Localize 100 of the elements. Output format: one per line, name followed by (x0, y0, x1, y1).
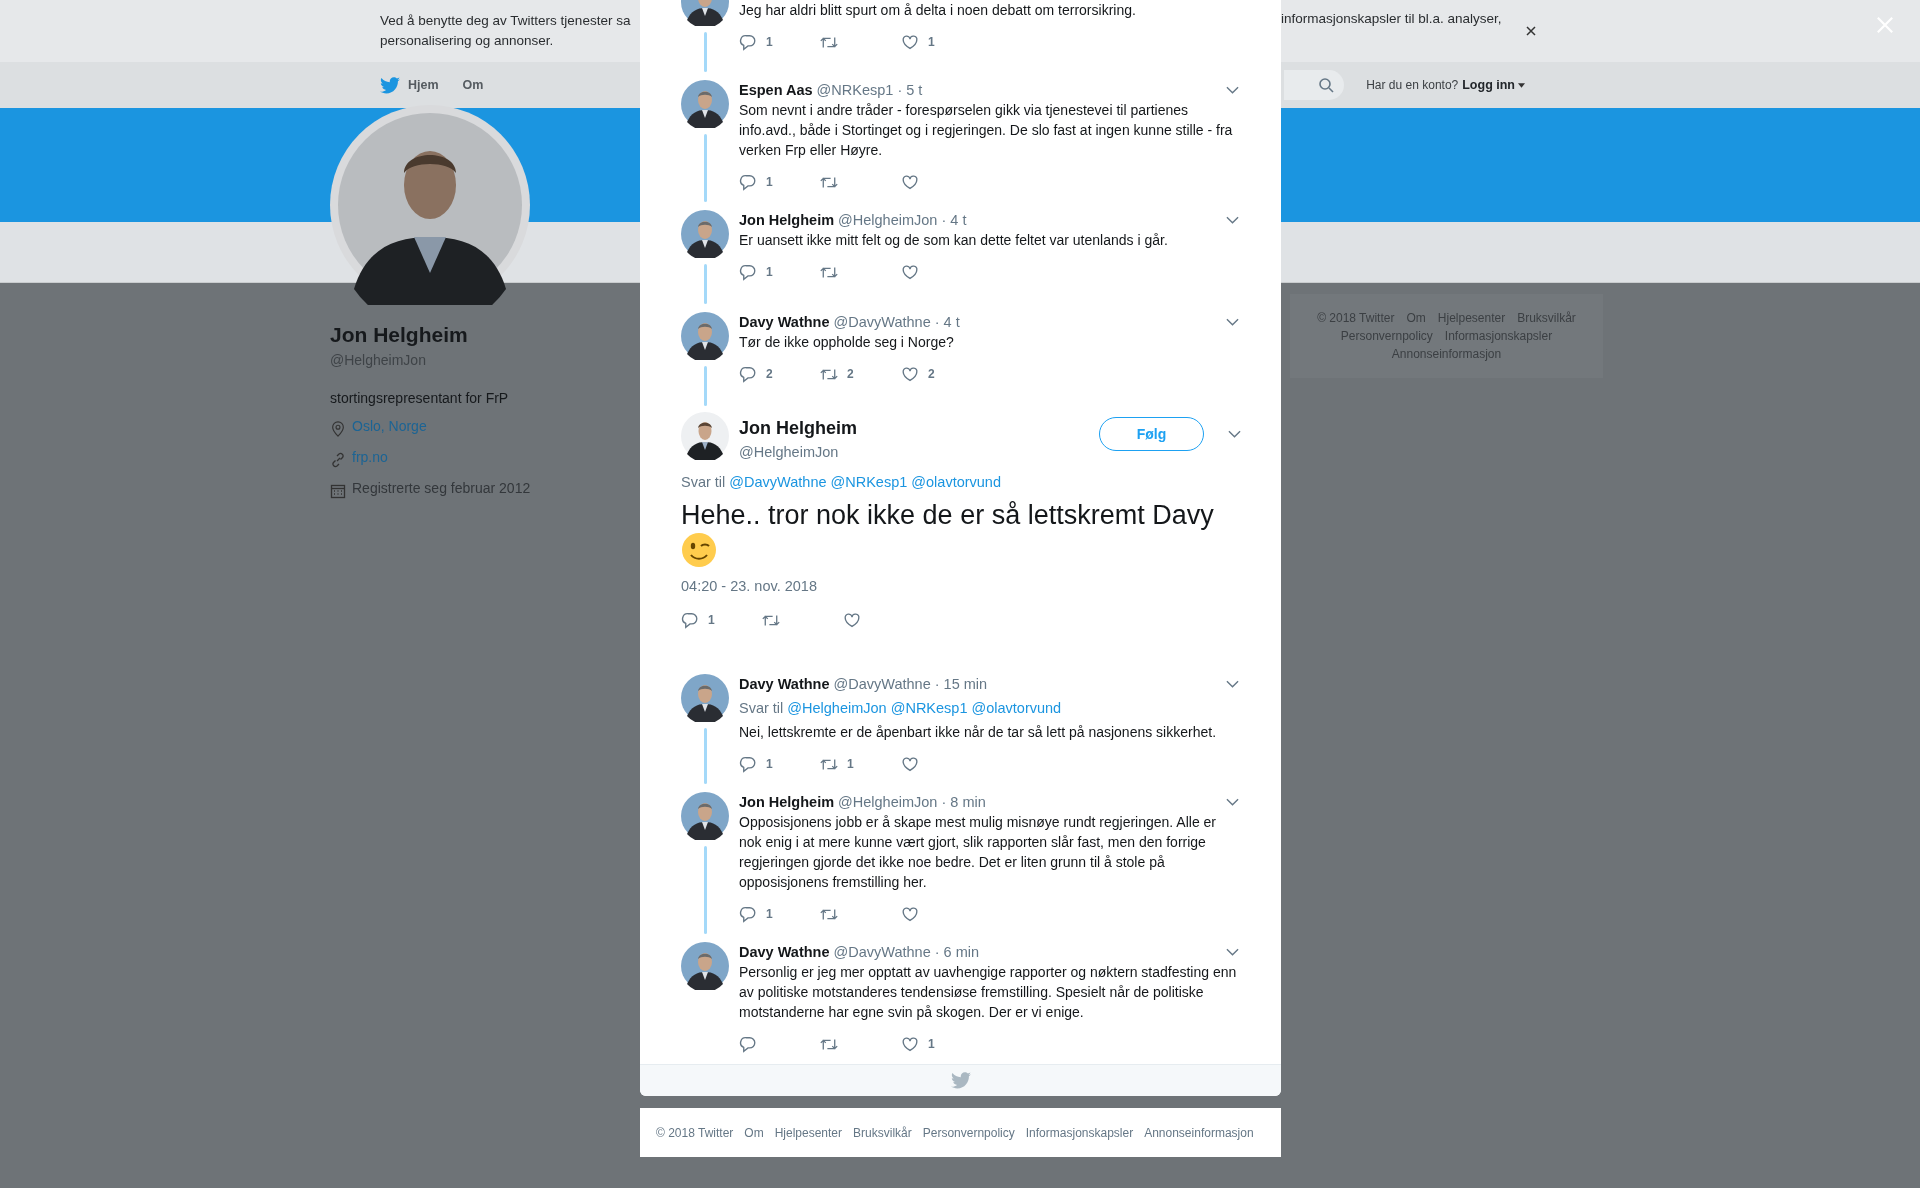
tweet-text: Jeg har aldri blitt spurt om å delta i noen debatt om terrorsikring. (739, 1, 1137, 20)
bird-icon (950, 1072, 971, 1089)
author-handle[interactable]: @DavyWathne (833, 314, 931, 330)
tweet-time[interactable]: · 15 min (934, 676, 988, 692)
nav-link[interactable]: Om (462, 78, 484, 92)
reply-icon[interactable] (739, 263, 757, 281)
profile-name: Jon Helgheim (330, 323, 469, 347)
reply-label: Svar til (739, 699, 784, 718)
author-name[interactable]: Jon Helgheim (739, 418, 858, 439)
tweet-text: Tør de ikke oppholde seg i Norge? (739, 333, 955, 352)
bird-icon[interactable] (380, 76, 400, 94)
reply-icon[interactable] (739, 905, 757, 923)
author-handle[interactable]: @DavyWathne (833, 944, 931, 960)
chevron-icon[interactable] (1226, 216, 1239, 224)
author-handle[interactable]: @DavyWathne (833, 676, 931, 692)
tweet-text: Personlig er jeg mer opptatt av uavhengige rapporter og nøktern stadfesting enn av politiske motstanderes tendensiøse fremstilling. Spesielt når de politiske motstanderne har egne svin på skogen. Der er vi enige. (739, 963, 1238, 1022)
tweet-time[interactable]: · 6 min (934, 944, 980, 960)
reply-icon[interactable] (739, 173, 757, 191)
heart-icon[interactable] (901, 263, 919, 281)
reply-label: Svar til (681, 474, 726, 490)
retweet-count: 2 (847, 367, 854, 381)
footer-link[interactable]: Om (1406, 311, 1426, 325)
tweet-text: Hehe.. tror nok ikke de er så lettskremt Davy (681, 499, 1215, 532)
footer-link[interactable]: Bruksvilkår (853, 1125, 912, 1140)
profile-bio: stortingsrepresentant for FrP (330, 390, 510, 406)
cookie-text: informasjonskapsler til bl.a. analyser, (1281, 10, 1502, 28)
tweet-text: Opposisjonens jobb er å skape mest mulig misnøye rundt regjeringen. Alle er nok enig i at mere kunne vært gjort, slik rapporten slår fast, men den forrige regjeringen gjorde det ikke noe bedre. Det er liten grunn til å stole på opposisjonens fremstilling her. (739, 813, 1218, 892)
like-count: 1 (928, 1037, 935, 1051)
chevron-icon[interactable] (1226, 318, 1239, 326)
footer-link[interactable]: Personvernpolicy (922, 1125, 1015, 1140)
reply-count: 1 (766, 35, 773, 49)
footer-link[interactable]: Personvernpolicy (1340, 329, 1433, 343)
footer-link[interactable]: Annonseinformasjon (1144, 1125, 1254, 1140)
mention-link[interactable]: @olavtorvund (971, 698, 1062, 718)
reply-icon[interactable] (739, 1035, 757, 1053)
heart-icon[interactable] (843, 611, 861, 629)
heart-icon[interactable] (901, 1035, 919, 1053)
author-handle[interactable]: @NRKesp1 (816, 82, 894, 98)
reply-icon[interactable] (681, 611, 699, 629)
reply-count: 1 (766, 907, 773, 921)
cookie-text: personalisering og annonser. (380, 32, 554, 50)
link-icon (330, 452, 346, 468)
mention-link[interactable]: @HelgheimJon (787, 698, 887, 718)
heart-icon[interactable] (901, 365, 919, 383)
author-name[interactable]: Davy Wathne (739, 676, 830, 692)
joined-date: Registrerte seg februar 2012 (352, 480, 531, 496)
tweet-time[interactable]: · 5 t (897, 82, 923, 98)
reply-count: 1 (708, 613, 715, 627)
reply-icon[interactable] (739, 755, 757, 773)
footer-link[interactable]: Bruksvilkår (1517, 311, 1576, 325)
close-icon[interactable] (1525, 26, 1536, 36)
author-name[interactable]: Davy Wathne (739, 314, 830, 330)
nav-link[interactable]: Hjem (408, 78, 439, 92)
mention-link[interactable]: @DavyWathne (729, 474, 827, 490)
footer-link[interactable]: Hjelpesenter (774, 1125, 843, 1140)
author-name[interactable]: Espen Aas (739, 82, 813, 98)
footer-link[interactable]: Informasjonskapsler (1025, 1125, 1134, 1140)
chevron-icon[interactable] (1226, 798, 1239, 806)
tweet-text: Som nevnt i andre tråder - forespørselen gikk via tjenestevei til partienes info.avd., både i Stortinget og i regjeringen. De slo fast at ingen kunne stille - fra verken Frp eller Høyre. (739, 101, 1234, 160)
search-icon[interactable] (1318, 77, 1335, 93)
heart-icon[interactable] (901, 905, 919, 923)
chevron-icon[interactable] (1226, 680, 1239, 688)
tweet-date: 04:20 - 23. nov. 2018 (681, 578, 818, 594)
reply-count: 1 (766, 175, 773, 189)
chevron-icon[interactable] (1226, 86, 1239, 94)
wink-emoji-icon (681, 532, 717, 568)
reply-count: 2 (766, 367, 773, 381)
tweet-time[interactable]: · 4 t (941, 212, 967, 228)
author-handle[interactable]: @HelgheimJon (739, 444, 858, 460)
tweet-time[interactable]: · 4 t (934, 314, 960, 330)
footer-link[interactable]: © 2018 Twitter (1317, 311, 1395, 325)
footer-link[interactable]: Hjelpesenter (1437, 311, 1506, 325)
login-prompt: Har du en konto? (1366, 78, 1459, 92)
like-count: 2 (928, 367, 935, 381)
search-field[interactable] (1284, 70, 1345, 100)
footer-link[interactable]: Annonseinformasjon (1391, 347, 1502, 361)
footer-link[interactable]: Informasjonskapsler (1444, 329, 1553, 343)
heart-icon[interactable] (901, 173, 919, 191)
footer-link[interactable]: Om (744, 1125, 764, 1140)
mention-link[interactable]: @NRKesp1 (830, 474, 908, 490)
author-handle[interactable]: @HelgheimJon (838, 794, 938, 810)
reply-count: 1 (766, 757, 773, 771)
reply-icon[interactable] (739, 33, 757, 51)
heart-icon[interactable] (901, 755, 919, 773)
caret-icon (1518, 82, 1525, 88)
follow-button[interactable]: Følg (1099, 417, 1204, 451)
tweet-time[interactable]: · 8 min (941, 794, 986, 810)
author-handle[interactable]: @HelgheimJon (838, 212, 938, 228)
heart-icon[interactable] (901, 33, 919, 51)
reply-icon[interactable] (739, 365, 757, 383)
author-name[interactable]: Davy Wathne (739, 944, 830, 960)
mention-link[interactable]: @NRKesp1 (890, 698, 968, 718)
tweet-text: Er uansett ikke mitt felt og de som kan dette feltet var utenlands i går. (739, 231, 1169, 250)
chevron-icon[interactable] (1226, 948, 1239, 956)
footer-link[interactable]: © 2018 Twitter (656, 1125, 734, 1140)
mention-link[interactable]: @olavtorvund (911, 474, 1001, 490)
author-name[interactable]: Jon Helgheim (739, 212, 835, 228)
author-name[interactable]: Jon Helgheim (739, 794, 835, 810)
login-link[interactable]: Logg inn (1462, 78, 1525, 92)
chevron-icon[interactable] (1228, 430, 1241, 438)
